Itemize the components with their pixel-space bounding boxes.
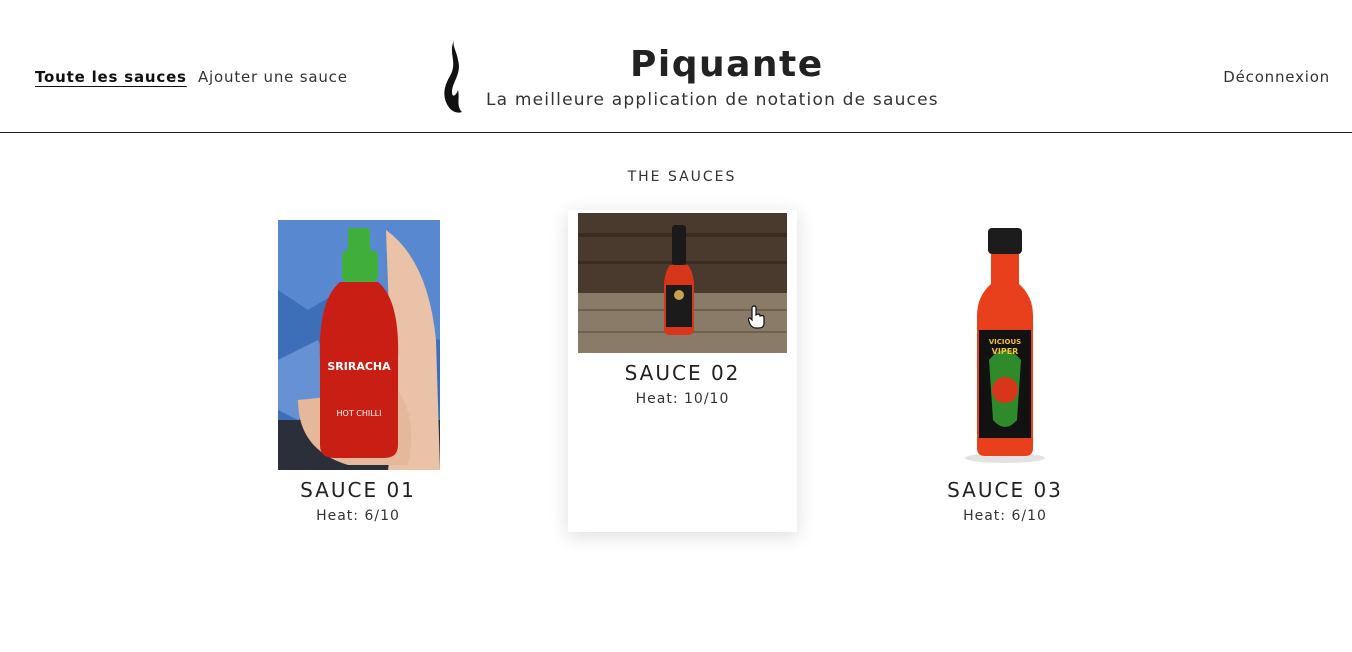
sauce-card-01[interactable]: SRIRACHA HOT CHILLI SAUCE 01 Heat: 6/10 bbox=[258, 220, 458, 524]
hand-pointer-icon bbox=[748, 305, 765, 329]
sauce-01-heat: Heat: 6/10 bbox=[316, 508, 400, 524]
sauce-02-heat: Heat: 10/10 bbox=[635, 391, 730, 407]
sauce-02-name: SAUCE 02 bbox=[624, 361, 741, 385]
sauce-card-02[interactable]: SAUCE 02 Heat: 10/10 bbox=[568, 210, 797, 532]
sauce-01-name: SAUCE 01 bbox=[300, 478, 416, 502]
brand-tagline: La meilleure application de notation de … bbox=[486, 90, 939, 110]
flame-icon bbox=[444, 40, 462, 113]
svg-text:VIPER: VIPER bbox=[992, 347, 1019, 356]
sauce-01-image: SRIRACHA HOT CHILLI bbox=[278, 220, 440, 470]
sauce-03-image: VICIOUS VIPER bbox=[905, 220, 1105, 470]
top-header: Toute les sauces Ajouter une sauce Piqua… bbox=[0, 0, 1352, 133]
svg-text:SRIRACHA: SRIRACHA bbox=[327, 360, 391, 373]
svg-text:HOT CHILLI: HOT CHILLI bbox=[337, 409, 382, 418]
sauce-03-heat: Heat: 6/10 bbox=[963, 508, 1047, 524]
sauce-card-03[interactable]: VICIOUS VIPER SAUCE 03 Heat: 6/10 bbox=[905, 220, 1105, 524]
nav-all-sauces-link[interactable]: Toute les sauces bbox=[35, 68, 187, 86]
sauce-03-name: SAUCE 03 bbox=[947, 478, 1063, 502]
nav-add-sauce-link[interactable]: Ajouter une sauce bbox=[198, 68, 348, 86]
section-title: THE SAUCES bbox=[627, 169, 737, 185]
brand-title: Piquante bbox=[630, 44, 824, 85]
svg-text:VICIOUS: VICIOUS bbox=[989, 338, 1021, 346]
logout-link[interactable]: Déconnexion bbox=[1223, 68, 1330, 86]
sauce-02-image bbox=[578, 213, 787, 353]
